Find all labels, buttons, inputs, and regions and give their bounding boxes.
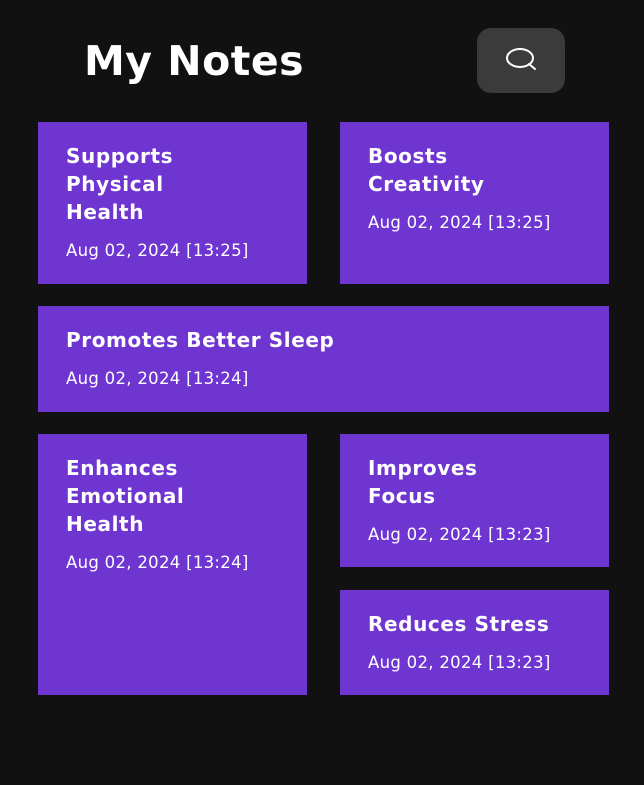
note-date: Aug 02, 2024 [13:24]: [66, 553, 249, 572]
note-title: Boosts Creativity: [368, 144, 485, 196]
note-card[interactable]: Supports Physical Health Aug 02, 2024 [1…: [38, 122, 307, 284]
note-title: Reduces Stress: [368, 612, 550, 636]
note-title: Enhances Emotional Health: [66, 456, 185, 536]
note-title: Supports Physical Health: [66, 144, 174, 224]
note-date: Aug 02, 2024 [13:24]: [66, 369, 249, 388]
note-date: Aug 02, 2024 [13:25]: [66, 241, 249, 260]
search-icon: [504, 46, 538, 76]
note-date: Aug 02, 2024 [13:23]: [368, 653, 551, 672]
note-title: Promotes Better Sleep: [66, 328, 335, 352]
note-card[interactable]: Boosts Creativity Aug 02, 2024 [13:25]: [340, 122, 609, 284]
note-title: Improves Focus: [368, 456, 478, 508]
note-date: Aug 02, 2024 [13:23]: [368, 525, 551, 544]
note-card[interactable]: Improves Focus Aug 02, 2024 [13:23]: [340, 434, 609, 567]
note-card[interactable]: Promotes Better Sleep Aug 02, 2024 [13:2…: [38, 306, 609, 412]
search-button[interactable]: [477, 28, 565, 93]
note-card[interactable]: Reduces Stress Aug 02, 2024 [13:23]: [340, 590, 609, 695]
notes-app: My Notes Supports Physical Health Aug 02…: [0, 0, 644, 785]
note-date: Aug 02, 2024 [13:25]: [368, 213, 551, 232]
page-title: My Notes: [84, 37, 305, 85]
note-card[interactable]: Enhances Emotional Health Aug 02, 2024 […: [38, 434, 307, 695]
